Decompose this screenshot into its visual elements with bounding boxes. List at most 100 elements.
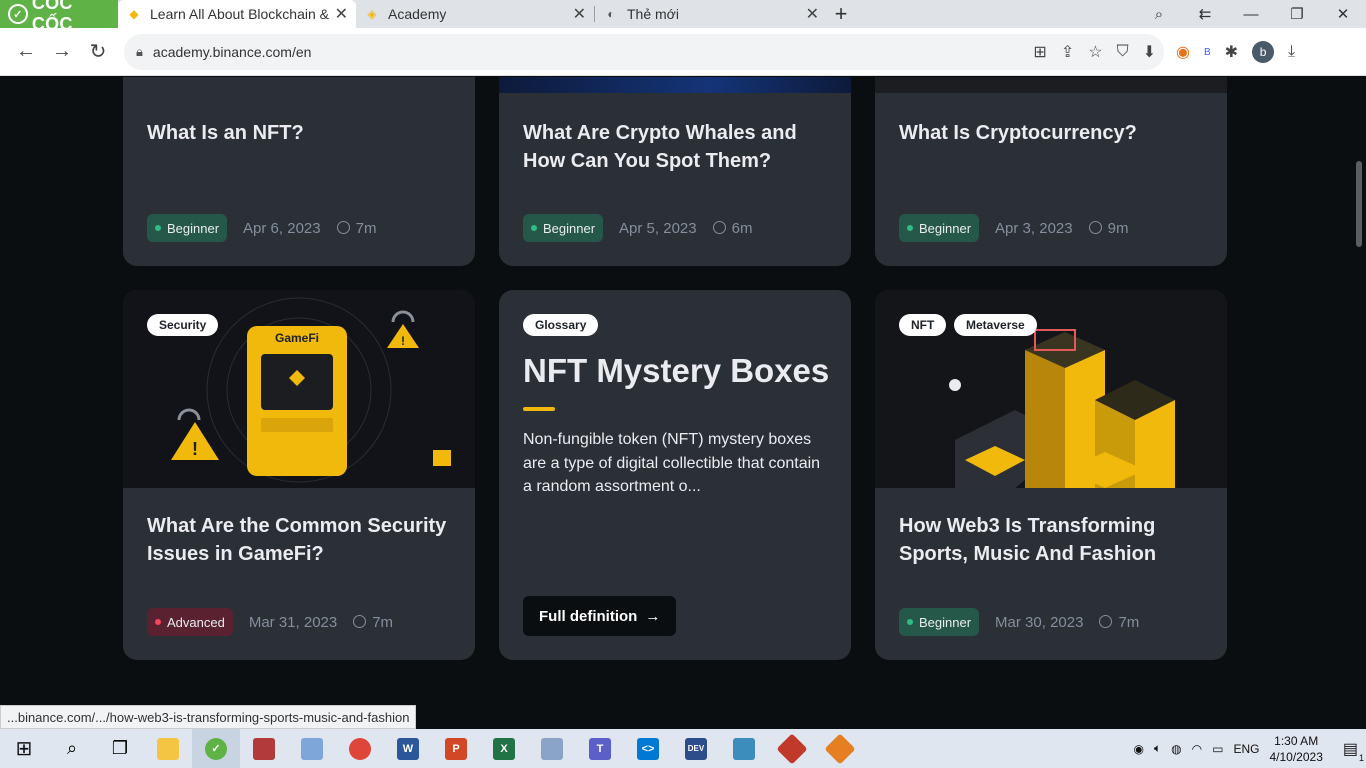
read-time: 7m xyxy=(336,219,377,237)
address-bar[interactable]: 🔒︎ academy.binance.com/en ⊞ ⇪ ☆ ⛉ ⬇ xyxy=(124,34,1164,70)
close-tab-icon[interactable]: ✕ xyxy=(806,4,819,24)
clock-time: 1:30 AM xyxy=(1274,733,1319,748)
level-label: Beginner xyxy=(919,614,972,630)
close-tab-icon[interactable]: ✕ xyxy=(573,4,586,24)
network-icon[interactable]: ◍ xyxy=(1171,742,1181,756)
category-tag[interactable]: Security xyxy=(147,314,219,336)
downloads-icon[interactable]: ⤓ xyxy=(1288,43,1295,61)
extensions-puzzle-icon[interactable]: ✱ xyxy=(1225,42,1238,62)
article-meta: Advanced Mar 31, 2023 7m xyxy=(147,608,393,636)
article-meta: Beginner Mar 30, 2023 7m xyxy=(899,608,1139,636)
level-label: Beginner xyxy=(167,220,220,236)
close-window-button[interactable]: ✕ xyxy=(1320,0,1366,28)
maximize-button[interactable]: ❐ xyxy=(1274,0,1320,28)
tab-new[interactable]: ◐ Thẻ mới ✕ xyxy=(595,0,827,28)
read-time-value: 9m xyxy=(1107,219,1129,237)
tab-learn-blockchain[interactable]: ◆ Learn All About Blockchain & ✕ xyxy=(118,0,356,28)
clock-icon xyxy=(353,614,367,628)
tab-label: Thẻ mới xyxy=(627,6,679,22)
b-extension-icon[interactable]: B xyxy=(1204,47,1211,58)
language-indicator[interactable]: ENG xyxy=(1233,742,1259,756)
read-time-value: 7m xyxy=(355,219,377,237)
wifi-icon[interactable]: ◠ xyxy=(1192,742,1202,756)
windows-taskbar: ⊞ ⌕ ❐ ✓ W P X T <> DEV ◉ 🔈︎ ◍ ◠ ▭ ENG 1:… xyxy=(0,729,1366,768)
extensions-area: ◉ B ✱ b ⤓ xyxy=(1176,34,1295,70)
windows-start-icon[interactable]: ⊞ xyxy=(0,729,48,768)
clock-date: 4/10/2023 xyxy=(1269,749,1323,764)
level-badge: Advanced xyxy=(147,608,233,636)
excel-icon[interactable]: X xyxy=(480,729,528,768)
page-scrollbar[interactable] xyxy=(1352,77,1366,729)
glossary-card[interactable]: Glossary NFT Mystery Boxes Non-fungible … xyxy=(499,290,851,660)
article-card[interactable]: NFT Metaverse How Web3 Is Transforming S… xyxy=(875,290,1227,660)
search-icon[interactable]: ⌕ xyxy=(48,729,96,768)
tab-search-icon[interactable]: ⌕ xyxy=(1136,0,1182,28)
clock-icon xyxy=(712,220,726,234)
level-badge: Beginner xyxy=(899,608,980,636)
taskbar-clock[interactable]: 1:30 AM 4/10/2023 xyxy=(1269,733,1322,765)
gamefi-image-text: GameFi xyxy=(275,331,319,345)
file-explorer-icon[interactable] xyxy=(144,729,192,768)
level-dot xyxy=(155,225,161,231)
link-status-bubble: ...binance.com/.../how-web3-is-transform… xyxy=(0,705,417,729)
sourcetree-icon[interactable] xyxy=(816,729,864,768)
close-tab-icon[interactable]: ✕ xyxy=(335,4,348,24)
svg-text:!: ! xyxy=(192,439,198,459)
level-dot xyxy=(155,619,161,625)
accent-bar xyxy=(523,407,555,411)
level-badge: Beginner xyxy=(147,214,228,242)
profile-avatar[interactable]: b xyxy=(1252,41,1275,63)
article-title: How Web3 Is Transforming Sports, Music A… xyxy=(899,515,1157,565)
full-definition-button[interactable]: Full definition → xyxy=(523,596,677,636)
article-card[interactable]: What Are Crypto Whales and How Can You S… xyxy=(499,77,851,266)
devc-icon[interactable]: DEV xyxy=(672,729,720,768)
chrome-icon[interactable] xyxy=(336,729,384,768)
snipping-tool-icon[interactable] xyxy=(720,729,768,768)
article-meta: Beginner Apr 6, 2023 7m xyxy=(147,214,376,242)
binance-favicon-icon: ◆ xyxy=(129,7,139,21)
power-icon[interactable]: ▭ xyxy=(1212,742,1223,756)
volume-icon[interactable]: 🔈︎ xyxy=(1154,741,1161,756)
notepad-app-icon[interactable] xyxy=(288,729,336,768)
notifications-icon[interactable]: ▤ 1 xyxy=(1343,739,1364,763)
category-tag[interactable]: NFT xyxy=(899,314,947,336)
category-tag[interactable]: Metaverse xyxy=(954,314,1037,336)
browser-toolbar: ← → ↻ 🔒︎ academy.binance.com/en ⊞ ⇪ ☆ ⛉ … xyxy=(0,28,1366,76)
article-card[interactable]: What Is Cryptocurrency? Beginner Apr 3, … xyxy=(875,77,1227,266)
clock-icon xyxy=(1099,614,1113,628)
article-card[interactable]: GameFi ! ! Security What Are the Common … xyxy=(123,290,475,660)
download-page-icon[interactable]: ⬇ xyxy=(1143,42,1156,62)
vscode-icon[interactable]: <> xyxy=(624,729,672,768)
coccoc-menu-button[interactable]: ✓ CỐC CỐC xyxy=(0,0,118,34)
tab-academy[interactable]: ◈ Academy ✕ xyxy=(356,0,594,28)
minimize-button[interactable]: — xyxy=(1228,0,1274,28)
translate-icon[interactable]: ⊞ xyxy=(1033,42,1046,62)
category-tag[interactable]: Glossary xyxy=(523,314,599,336)
task-view-icon[interactable]: ❐ xyxy=(96,729,144,768)
read-time-value: 7m xyxy=(372,613,394,631)
level-label: Beginner xyxy=(543,220,596,236)
lock-icon[interactable]: 🔒︎ xyxy=(136,44,143,60)
shield-icon[interactable]: ⛉ xyxy=(1117,43,1129,61)
forward-button[interactable]: → xyxy=(44,34,80,70)
calendar-app-icon[interactable] xyxy=(240,729,288,768)
new-tab-button[interactable]: + xyxy=(827,0,855,28)
level-label: Advanced xyxy=(167,614,225,630)
article-date: Apr 6, 2023 xyxy=(243,219,321,237)
back-tabs-icon[interactable]: ⇇ xyxy=(1182,0,1228,28)
powerpoint-icon[interactable]: P xyxy=(432,729,480,768)
coccoc-extension-icon[interactable]: ◉ xyxy=(1176,42,1190,62)
scrollbar-thumb[interactable] xyxy=(1356,161,1362,247)
new-tab-favicon-icon: ◐ xyxy=(607,7,615,21)
teams-tray-icon[interactable]: ◉ xyxy=(1133,742,1143,756)
share-icon[interactable]: ⇪ xyxy=(1061,42,1074,62)
bookmark-star-icon[interactable]: ☆ xyxy=(1088,42,1102,62)
reload-button[interactable]: ↻ xyxy=(80,34,116,70)
teams-icon[interactable]: T xyxy=(576,729,624,768)
git-app-icon[interactable] xyxy=(768,729,816,768)
word-icon[interactable]: W xyxy=(384,729,432,768)
back-button[interactable]: ← xyxy=(8,34,44,70)
coccoc-taskbar-icon[interactable]: ✓ xyxy=(192,729,240,768)
article-card[interactable]: What Is an NFT? Beginner Apr 6, 2023 7m xyxy=(123,77,475,266)
paint-icon[interactable] xyxy=(528,729,576,768)
